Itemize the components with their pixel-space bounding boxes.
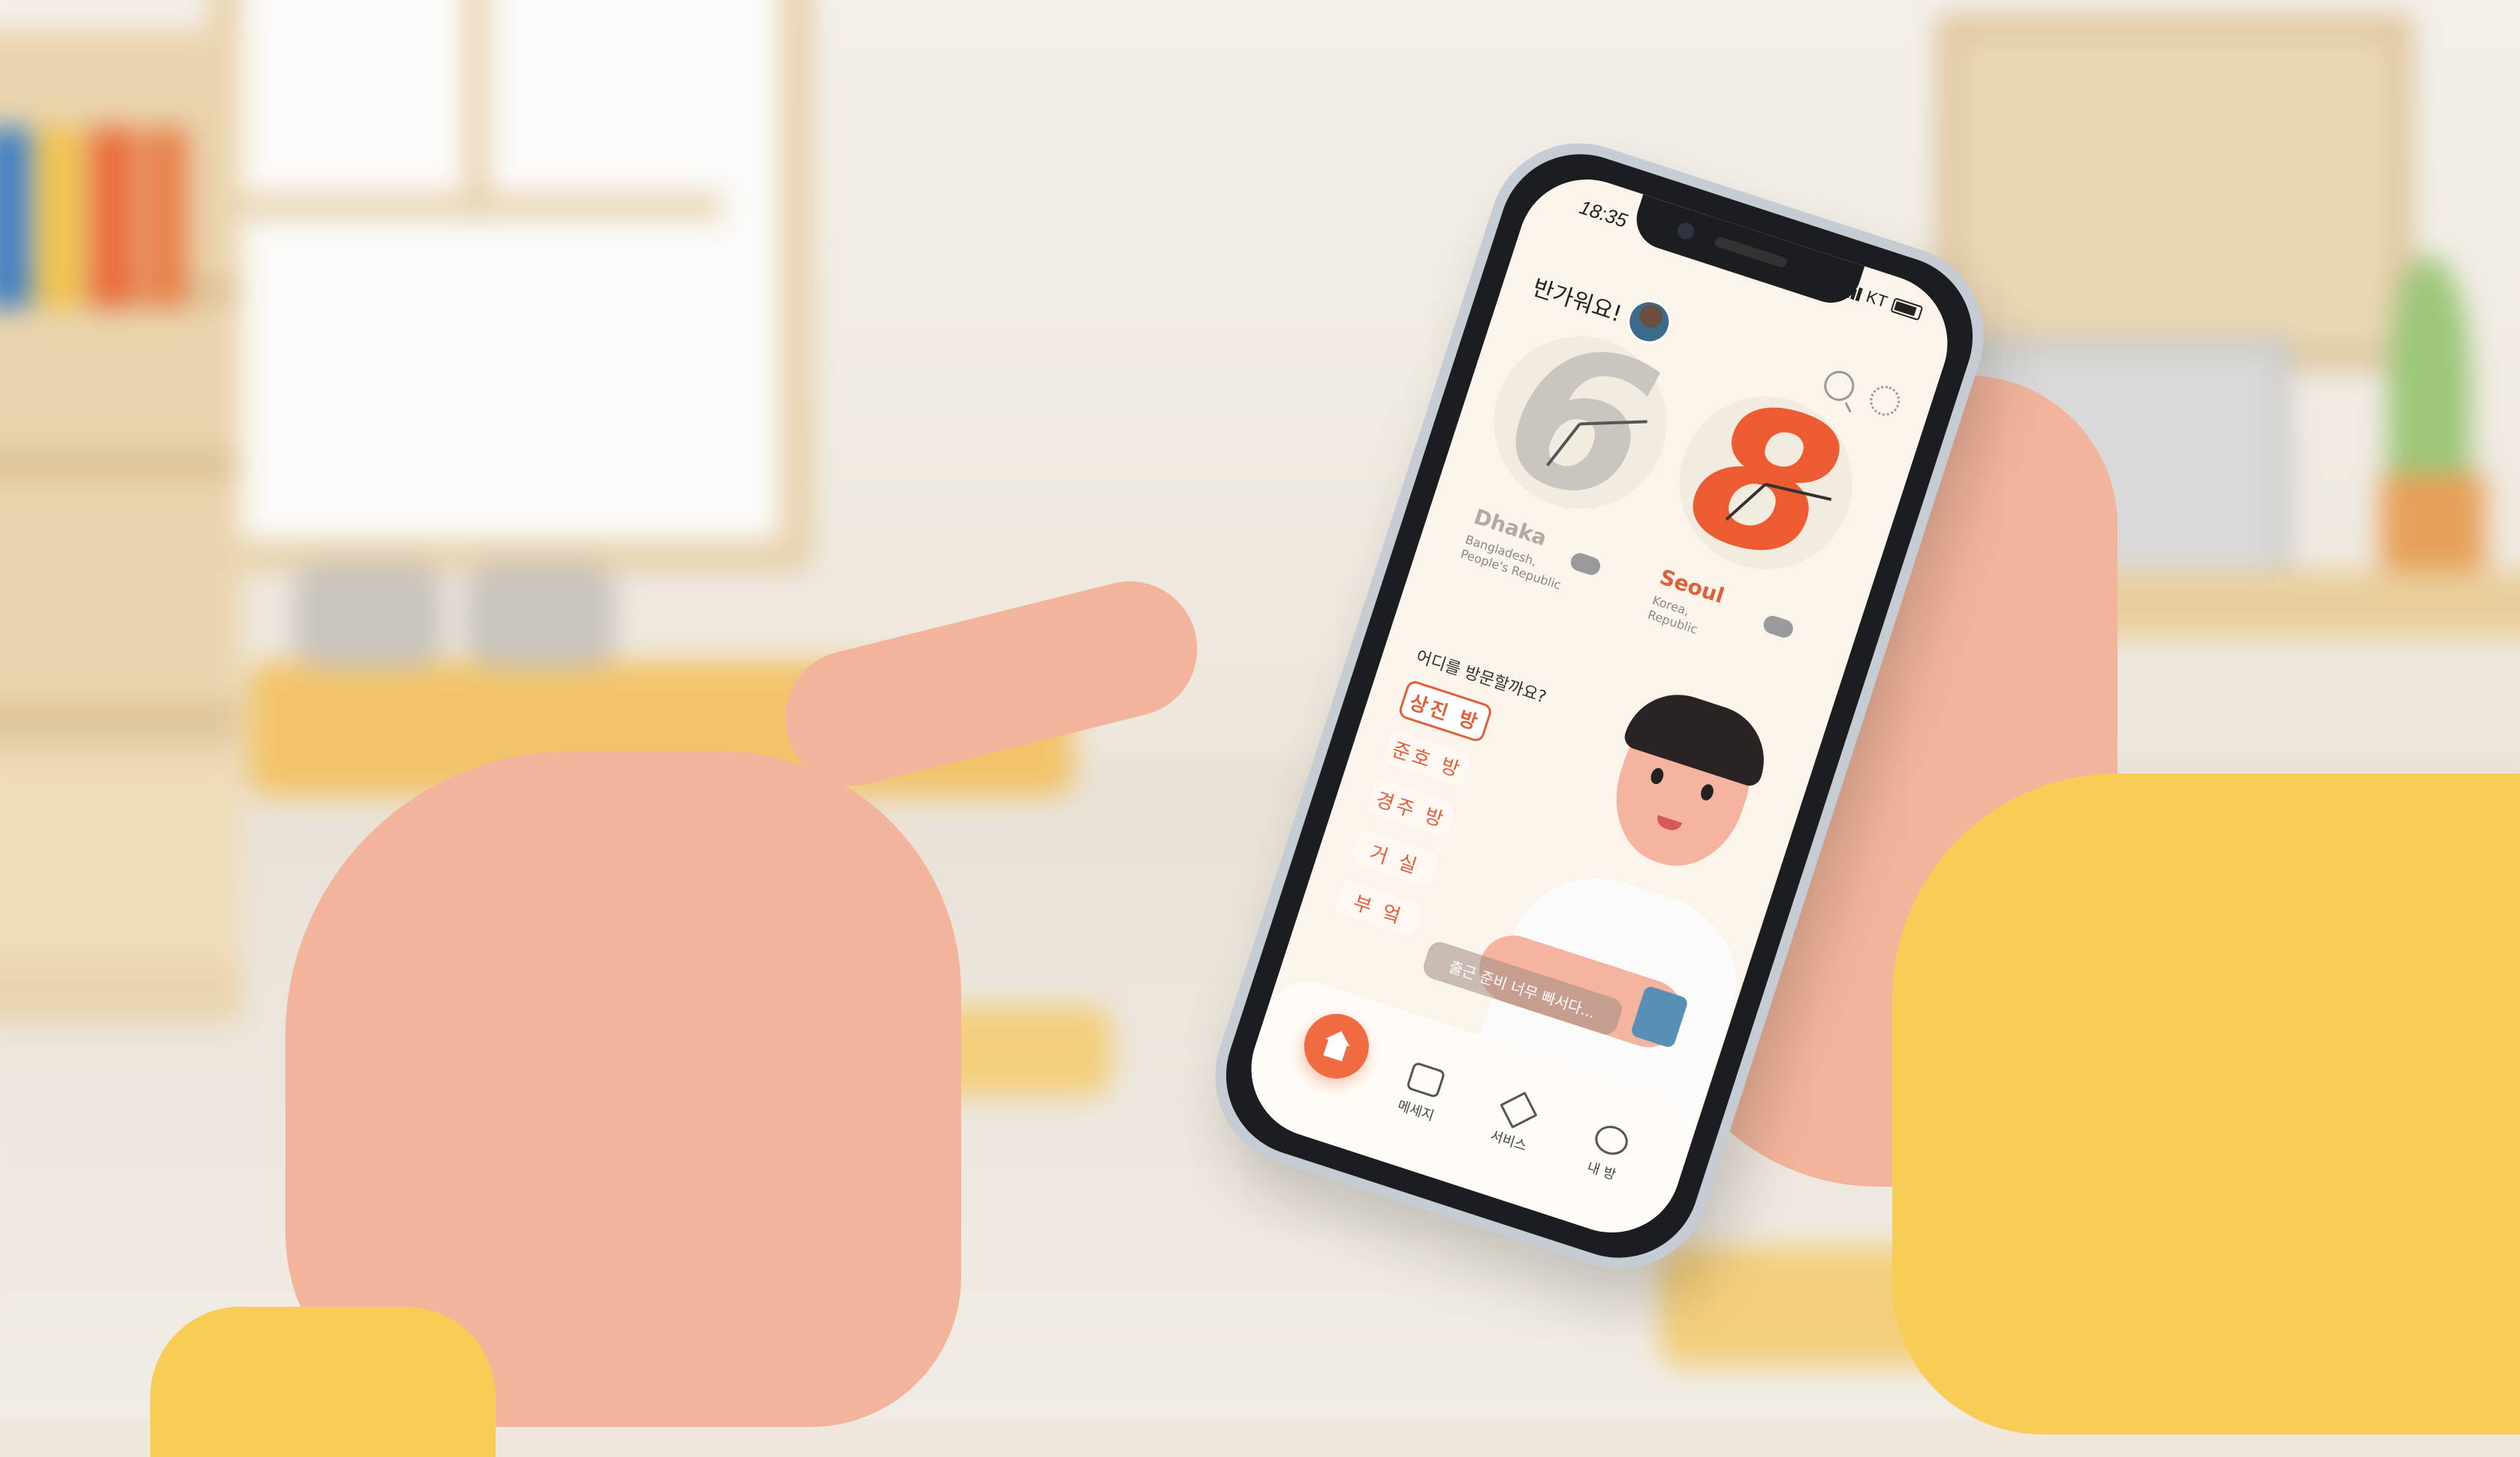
battery-icon — [1890, 297, 1924, 321]
weather-icon — [1568, 551, 1603, 578]
tab-label: 내 방 — [1584, 1159, 1618, 1184]
room-button-sangjin[interactable]: 상진 방 — [1397, 678, 1494, 744]
right-sleeve — [1892, 774, 2520, 1434]
corkboard — [1937, 15, 2412, 370]
tab-label: 서비스 — [1488, 1127, 1529, 1155]
clock-dhaka: 6 — [1471, 294, 1690, 551]
status-time: 18:35 — [1576, 195, 1630, 232]
tab-my-room[interactable]: 내 방 — [1563, 1115, 1652, 1191]
tab-label: 메세지 — [1395, 1097, 1436, 1124]
tab-services[interactable]: 서비스 — [1470, 1085, 1559, 1161]
left-sleeve — [150, 1307, 496, 1457]
tab-messages[interactable]: 메세지 — [1377, 1054, 1466, 1130]
tools-icon — [1500, 1091, 1538, 1129]
face-icon — [1591, 1121, 1632, 1160]
plant — [2388, 255, 2470, 511]
weather-icon — [1761, 613, 1796, 641]
carrier-label: KT — [1864, 286, 1890, 312]
chat-icon — [1406, 1061, 1446, 1099]
room-button-gyeongju[interactable]: 경주 방 — [1366, 779, 1457, 838]
room-button-living[interactable]: 거 실 — [1349, 828, 1441, 888]
home-button[interactable] — [1295, 1005, 1378, 1087]
room-button-junho[interactable]: 준호 방 — [1382, 728, 1473, 788]
gear-icon[interactable] — [1865, 382, 1904, 420]
room-button-kitchen[interactable]: 부 엌 — [1333, 879, 1424, 938]
clock-seoul: 8 — [1656, 354, 1875, 612]
window — [210, 0, 811, 571]
